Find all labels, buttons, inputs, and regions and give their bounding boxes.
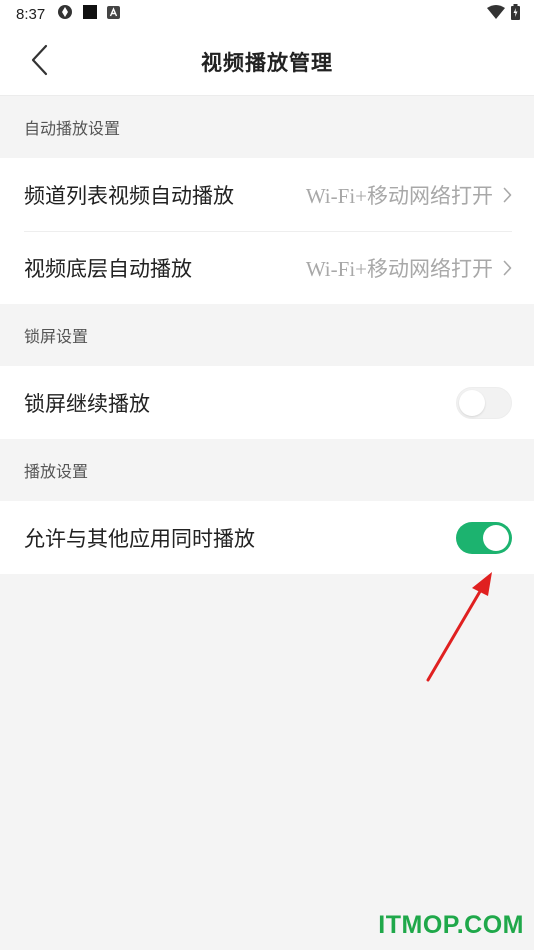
row-label: 频道列表视频自动播放 (24, 183, 234, 208)
stop-square-icon (82, 4, 98, 24)
section-header-lockscreen: 锁屏设置 (24, 327, 89, 346)
page-title: 视频播放管理 (201, 50, 333, 75)
app-shutter-icon (57, 4, 73, 24)
toggle-knob (459, 389, 485, 416)
row-value: Wi-Fi+移动网络打开 (306, 180, 512, 210)
settings-row-lockscreen-continue-play: 锁屏继续播放 (0, 366, 534, 439)
toggle-knob (483, 524, 509, 551)
watermark: ITMOP.COM (378, 911, 524, 939)
status-bar: 8:37 (0, 0, 534, 28)
row-value: Wi-Fi+移动网络打开 (306, 253, 512, 283)
row-value-text: Wi-Fi+移动网络打开 (305, 256, 493, 281)
status-time: 8:37 (16, 5, 46, 23)
settings-row-channel-list-autoplay[interactable]: 频道列表视频自动播放 Wi-Fi+移动网络打开 (0, 158, 534, 231)
chevron-right-icon (503, 187, 512, 203)
row-value-text: Wi-Fi+移动网络打开 (305, 183, 493, 208)
autoplay-settings-group: 频道列表视频自动播放 Wi-Fi+移动网络打开 视频底层自动播放 Wi-Fi+移… (0, 158, 534, 304)
section-header-playback: 播放设置 (24, 462, 89, 481)
font-a-icon (107, 5, 121, 23)
lockscreen-settings-group: 锁屏继续播放 (0, 366, 534, 439)
battery-charging-icon (511, 4, 520, 24)
row-label: 锁屏继续播放 (24, 391, 150, 416)
nav-bar: 视频播放管理 (0, 28, 534, 96)
lockscreen-play-toggle[interactable] (456, 386, 512, 419)
section-header-autoplay: 自动播放设置 (24, 119, 121, 138)
annotation-arrow-icon (420, 570, 500, 689)
chevron-left-icon (30, 44, 50, 80)
row-label: 视频底层自动播放 (24, 256, 192, 281)
chevron-right-icon (503, 260, 512, 276)
back-button[interactable] (22, 44, 58, 80)
simultaneous-play-toggle[interactable] (456, 521, 512, 554)
settings-row-allow-simultaneous-play: 允许与其他应用同时播放 (0, 501, 534, 574)
playback-settings-group: 允许与其他应用同时播放 (0, 501, 534, 574)
settings-row-video-bottom-autoplay[interactable]: 视频底层自动播放 Wi-Fi+移动网络打开 (0, 231, 534, 304)
wifi-icon (487, 5, 505, 23)
row-label: 允许与其他应用同时播放 (24, 526, 255, 551)
